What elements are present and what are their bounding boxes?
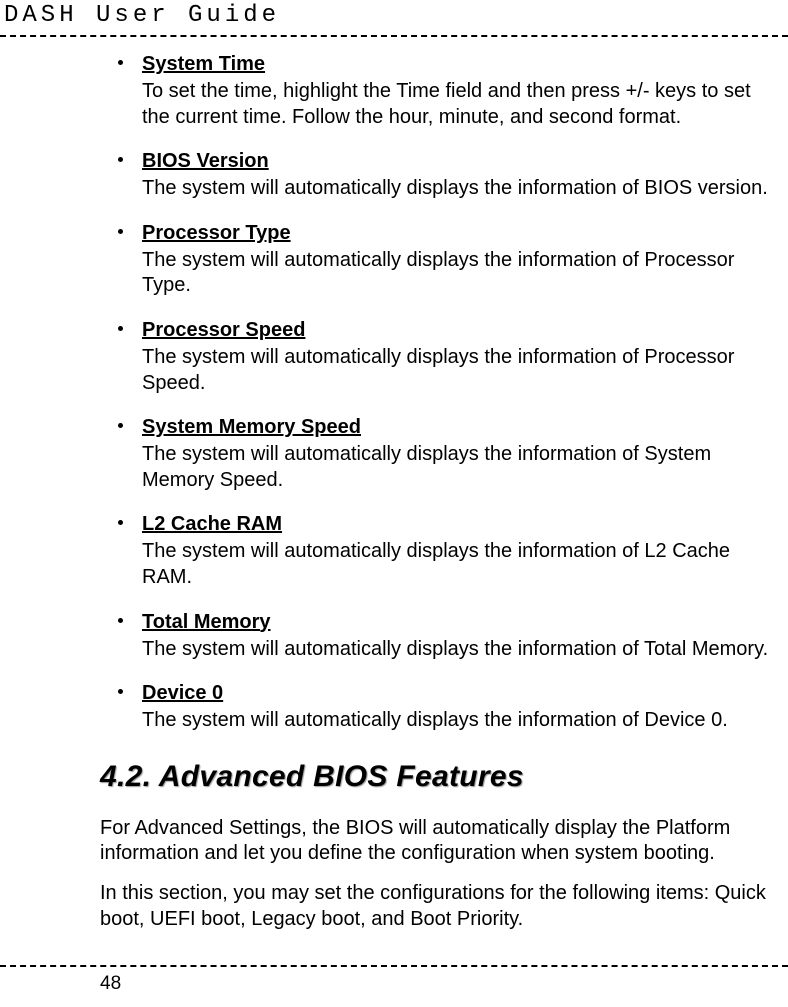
list-item: Processor Type The system will automatic… — [124, 220, 778, 299]
item-title: System Memory Speed — [142, 414, 778, 440]
item-description: The system will automatically displays t… — [142, 637, 778, 663]
list-item: System Memory Speed The system will auto… — [124, 414, 778, 493]
item-title: Total Memory — [142, 609, 778, 635]
list-item: System Time To set the time, highlight t… — [124, 51, 778, 130]
item-description: The system will automatically displays t… — [142, 442, 778, 493]
item-description: The system will automatically displays t… — [142, 539, 778, 590]
item-title: System Time — [142, 51, 778, 77]
item-description: The system will automatically displays t… — [142, 176, 778, 202]
section-heading: 4.2. Advanced BIOS Features — [100, 760, 778, 794]
page-content: System Time To set the time, highlight t… — [0, 37, 788, 932]
item-description: The system will automatically displays t… — [142, 345, 778, 396]
item-title: Processor Type — [142, 220, 778, 246]
page-header-title: DASH User Guide — [0, 0, 788, 29]
list-item: Device 0 The system will automatically d… — [124, 680, 778, 734]
item-description: To set the time, highlight the Time fiel… — [142, 79, 778, 130]
section-paragraph: For Advanced Settings, the BIOS will aut… — [100, 816, 778, 867]
section-paragraph: In this section, you may set the configu… — [100, 881, 778, 932]
list-item: Processor Speed The system will automati… — [124, 317, 778, 396]
item-description: The system will automatically displays t… — [142, 708, 778, 734]
bottom-divider — [0, 965, 788, 967]
list-item: BIOS Version The system will automatical… — [124, 148, 778, 202]
list-item: Total Memory The system will automatical… — [124, 609, 778, 663]
page-number: 48 — [100, 973, 121, 995]
definition-list: System Time To set the time, highlight t… — [100, 51, 778, 734]
item-description: The system will automatically displays t… — [142, 248, 778, 299]
item-title: Device 0 — [142, 680, 778, 706]
item-title: Processor Speed — [142, 317, 778, 343]
list-item: L2 Cache RAM The system will automatical… — [124, 511, 778, 590]
item-title: L2 Cache RAM — [142, 511, 778, 537]
item-title: BIOS Version — [142, 148, 778, 174]
